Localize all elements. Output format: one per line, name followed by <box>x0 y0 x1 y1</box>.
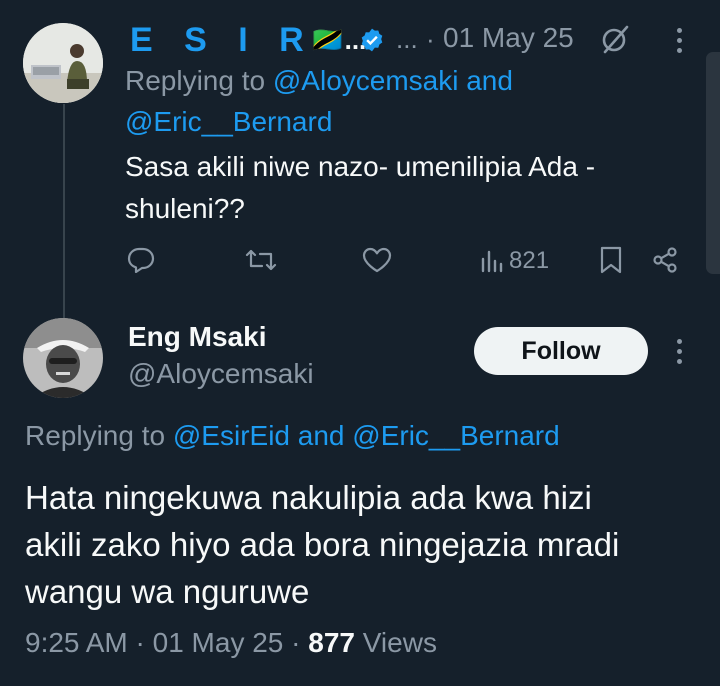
reply-icon[interactable] <box>125 245 157 275</box>
views-count: 821 <box>509 247 550 274</box>
replying-to: Replying to @Aloycemsaki and @Eric__Bern… <box>125 60 605 142</box>
follow-button[interactable]: Follow <box>474 327 648 375</box>
replying-and: and <box>297 420 345 451</box>
thread-line <box>63 104 65 318</box>
scrollbar[interactable] <box>706 52 720 274</box>
display-name: E S I R <box>130 20 315 59</box>
replying-prefix: Replying to <box>125 65 266 96</box>
tweet-text-line-3: wangu wa nguruwe <box>25 573 310 610</box>
replying-to: Replying to @EsirEid and @Eric__Bernard <box>25 420 560 452</box>
handle[interactable]: @Aloycemsaki <box>128 358 314 390</box>
esir-name[interactable]: E S I R 🇹🇿 ... <box>130 20 366 60</box>
avatar-eng-msaki[interactable] <box>23 318 103 398</box>
tweet-date[interactable]: 01 May 25 <box>443 22 574 54</box>
bookmark-icon[interactable] <box>597 245 625 275</box>
handle-truncation: ... <box>396 24 418 54</box>
views-label: Views <box>362 627 437 658</box>
reply-text-line-1: Sasa akili niwe nazo- umenilipia Ada - <box>125 151 596 182</box>
more-icon[interactable] <box>677 339 683 369</box>
flag-icon: 🇹🇿 <box>312 26 343 54</box>
tweet-text-line-1: Hata ningekuwa nakulipia ada kwa hizi <box>25 479 592 516</box>
reply-text-line-2: shuleni?? <box>125 193 245 224</box>
grok-slash-icon[interactable] <box>597 21 633 57</box>
views-count: 877 <box>308 627 355 658</box>
tweet-date[interactable]: 01 May 25 <box>153 627 284 658</box>
more-icon[interactable] <box>677 28 683 58</box>
tweet-meta: 9:25 AM · 01 May 25 · 877 Views <box>25 627 437 659</box>
meta-separator: · <box>291 627 301 658</box>
views-icon[interactable] <box>479 248 505 274</box>
replying-prefix: Replying to <box>25 420 166 451</box>
display-name[interactable]: Eng Msaki <box>128 321 266 353</box>
date-separator: · <box>426 24 435 54</box>
tweet-text-line-2: akili zako hiyo ada bora ningejazia mrad… <box>25 526 620 563</box>
retweet-icon[interactable] <box>243 245 279 275</box>
replying-user-eric-bernard[interactable]: @Eric__Bernard <box>352 420 559 451</box>
avatar-esir[interactable] <box>23 23 103 103</box>
tweet-text: Hata ningekuwa nakulipia ada kwa hizi ak… <box>25 474 619 615</box>
reply-text: Sasa akili niwe nazo- umenilipia Ada - s… <box>125 146 595 230</box>
like-icon[interactable] <box>361 245 393 275</box>
meta-separator: · <box>135 627 145 658</box>
tweet-time[interactable]: 9:25 AM <box>25 627 128 658</box>
share-icon[interactable] <box>650 245 680 275</box>
verified-badge-icon <box>359 27 385 53</box>
replying-user-esireid[interactable]: @EsirEid <box>173 420 290 451</box>
